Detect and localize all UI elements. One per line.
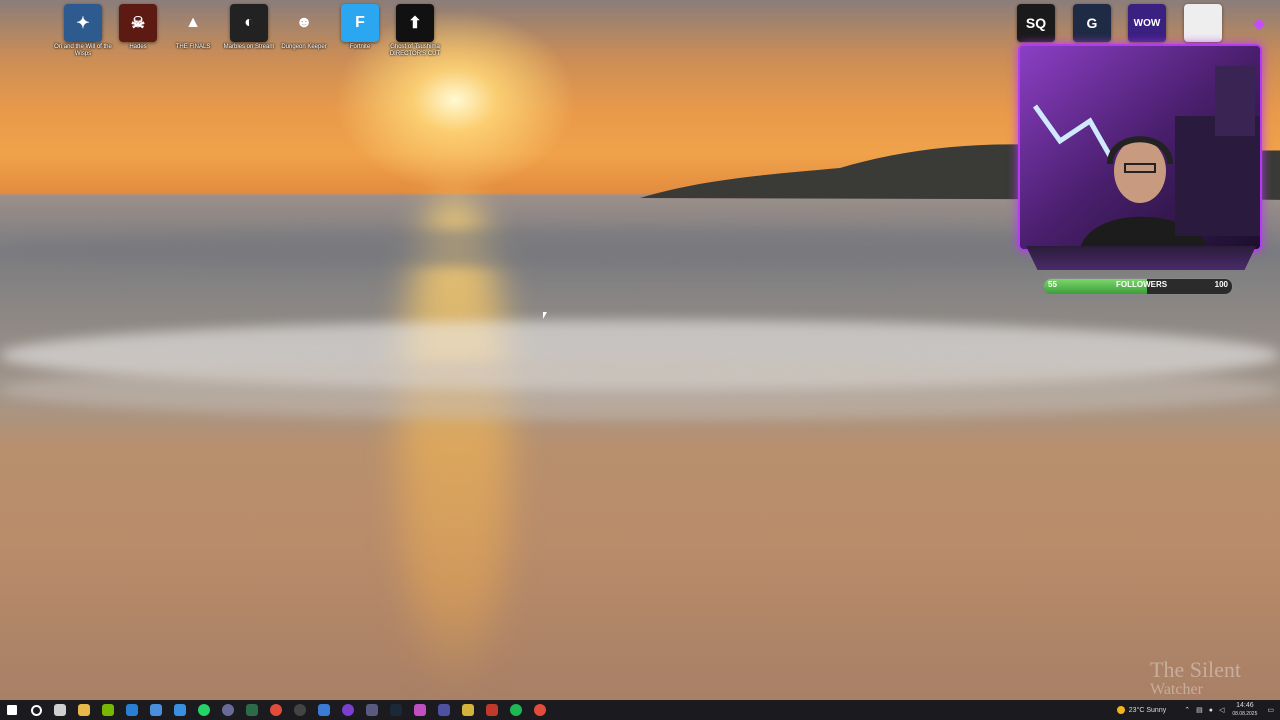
sun-reflection [400,195,510,695]
store-icon[interactable] [168,700,192,720]
desktop-shortcut-label: Hades [129,44,147,50]
clock-date[interactable]: 08.08.2025 [1232,710,1257,718]
chrome-icon[interactable] [264,700,288,720]
start-icon[interactable] [0,700,24,720]
desktop-shortcut-label: THE FINALS [175,44,211,50]
system-tray: 23°C Sunny ⌃ ▤ ● ◁ 14:46 08.08.2025 ▭ [1116,700,1280,720]
app-icon-1[interactable] [216,700,240,720]
app-icon-7[interactable] [432,700,456,720]
hades-icon: ☠ [119,4,157,42]
followers-label: FOLLOWERS [1116,280,1168,289]
desktop-shortcut[interactable]: ◐ Marbles on Stream [219,4,279,51]
whatsapp-icon[interactable] [192,700,216,720]
desktop-shortcut[interactable] [1173,4,1233,42]
wave [0,360,1280,420]
g-app-icon: G [1073,4,1111,42]
mail-icon[interactable] [120,700,144,720]
marbles-icon: ◐ [230,4,268,42]
fortnite-icon: F [341,4,379,42]
clock-time[interactable]: 14:46 [1236,702,1254,710]
nvidia-icon[interactable] [96,700,120,720]
app-icon-9[interactable] [480,700,504,720]
desktop-shortcut[interactable]: ☠ Hades [108,4,168,51]
search-icon[interactable] [24,700,48,720]
app-icon-6[interactable] [408,700,432,720]
the-finals-icon: ▲ [185,14,201,31]
ori-icon: ✦ [64,4,102,42]
desktop-shortcut[interactable]: G [1062,4,1122,42]
watermark: The Silent Watcher [1150,657,1242,699]
desktop-shortcut[interactable]: ☻ Dungeon Keeper [274,4,334,51]
app-icon-3[interactable] [312,700,336,720]
desktop-shortcut-label: Marbles on Stream [223,44,275,50]
notification-icon[interactable]: ▭ [1267,706,1274,714]
desktop-shortcut[interactable]: F Fortnite [330,4,390,51]
desktop-shortcut[interactable]: WOW [1117,4,1177,42]
desktop-wallpaper: ✦ Ori and the Will of the Wisps ☠ Hades ▲ THE… [0,0,1280,700]
followers-start: 55 [1048,280,1057,289]
wow-app-icon: WOW [1128,4,1166,42]
desktop-shortcut-label: Dungeon Keeper [281,44,327,50]
followers-progress-bar: 55 FOLLOWERS 100 [1043,278,1233,295]
mouse-cursor [543,312,547,319]
webcam-frame-bottom [1026,246,1256,270]
steam-icon[interactable] [384,700,408,720]
desktop-shortcut[interactable]: ✦ Ori and the Will of the Wisps [53,4,113,58]
ghost-of-tsushima-icon: ⬆ [396,4,434,42]
app-icon-5[interactable] [360,700,384,720]
desktop-shortcut[interactable]: ◆ [1229,4,1280,42]
diamond-app-icon: ◆ [1253,14,1265,31]
webcam-overlay [1018,44,1262,251]
desktop-shortcut-label: Ghost of Tsushima DIRECTOR'S CUT [389,44,441,57]
volume-icon[interactable]: ◁ [1219,706,1224,714]
notes-icon[interactable] [144,700,168,720]
dungeon-keeper-icon: ☻ [295,14,313,31]
desktop-shortcut-label: Ori and the Will of the Wisps [54,44,112,57]
chevron-up-icon[interactable]: ⌃ [1184,706,1190,714]
desktop-shortcut[interactable]: ⬆ Ghost of Tsushima DIRECTOR'S CUT [385,4,445,58]
app-icon-4[interactable] [336,700,360,720]
app-icon-8[interactable] [456,700,480,720]
file-explorer-icon[interactable] [72,700,96,720]
microphone-icon[interactable]: ● [1209,707,1213,714]
chrome-icon-2[interactable] [528,700,552,720]
app-icon-2[interactable] [240,700,264,720]
desktop-shortcut[interactable]: SQ [1006,4,1066,42]
taskbar: 23°C Sunny ⌃ ▤ ● ◁ 14:46 08.08.2025 ▭ [0,700,1280,720]
weather-icon[interactable] [1116,706,1125,714]
weather-text[interactable]: 23°C Sunny [1129,707,1166,714]
desktop-shortcut[interactable]: ▲ THE FINALS [163,4,223,51]
network-icon[interactable]: ▤ [1196,706,1203,714]
followers-goal: 100 [1214,280,1228,289]
task-view-icon[interactable] [48,700,72,720]
obs-icon[interactable] [288,700,312,720]
sq-app-icon: SQ [1017,4,1055,42]
white-app-icon [1184,4,1222,42]
desktop-shortcut-label: Fortnite [349,44,371,50]
spotify-icon[interactable] [504,700,528,720]
